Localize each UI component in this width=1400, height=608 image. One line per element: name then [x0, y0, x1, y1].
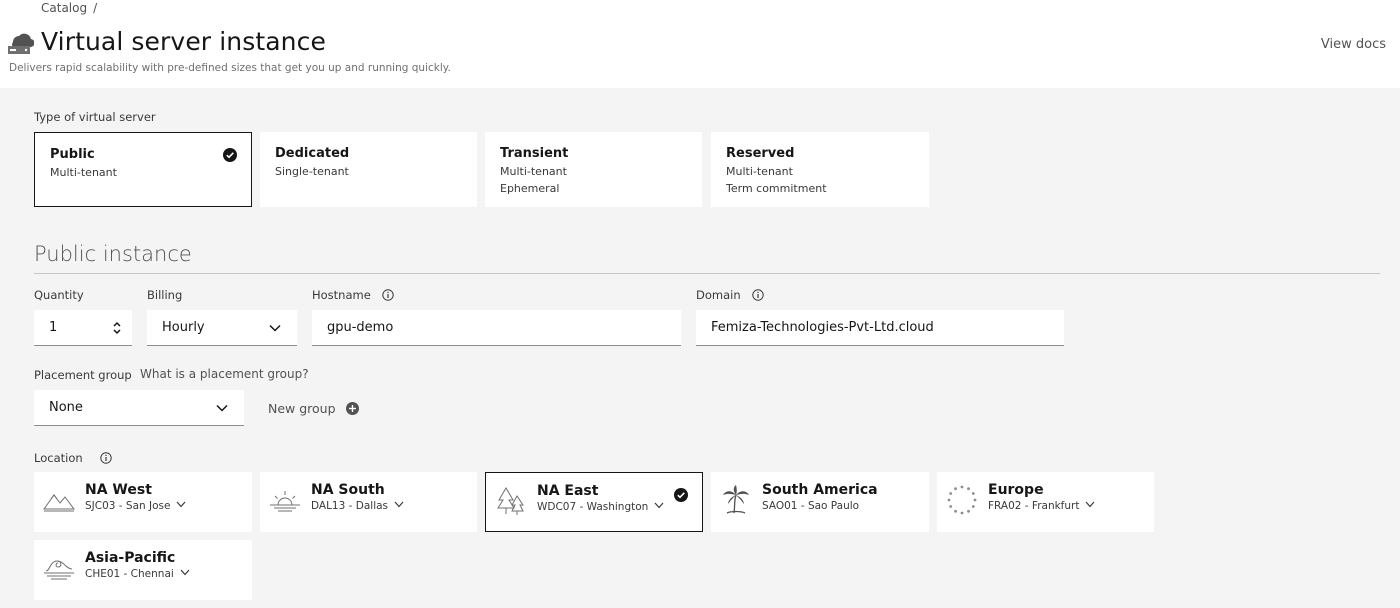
location-title: Asia-Pacific: [85, 550, 176, 566]
quantity-value: 1: [49, 320, 58, 335]
placement-group-select[interactable]: None: [34, 390, 244, 426]
chevron-down-icon: [1086, 501, 1095, 508]
location-label-text: Location: [34, 451, 83, 465]
datacenter-label: WDC07 - Washington: [537, 501, 649, 513]
hostname-label-text: Hostname: [312, 288, 371, 302]
location-europe[interactable]: Europe FRA02 - Frankfurt: [937, 472, 1154, 532]
breadcrumb-separator: /: [93, 1, 98, 15]
cloud-server-icon: [8, 33, 34, 54]
location-south-america[interactable]: South America SAO01 - Sao Paulo: [711, 472, 929, 532]
server-type-desc: Term commitment: [726, 182, 827, 195]
location-datacenter: SAO01 - Sao Paulo: [762, 500, 859, 512]
location-datacenter[interactable]: SJC03 - San Jose: [85, 500, 186, 512]
palm-tree-icon: [723, 485, 749, 514]
chevron-down-icon: [177, 501, 186, 508]
chevron-down-icon: [216, 404, 228, 412]
location-label: Location: [34, 451, 112, 465]
section-title: Public instance: [34, 242, 192, 266]
billing-value: Hourly: [162, 320, 205, 335]
sunrise-icon: [270, 491, 300, 512]
page-subtitle: Delivers rapid scalability with pre-defi…: [9, 62, 451, 74]
stepper-arrows-icon[interactable]: [113, 321, 121, 335]
location-na-south[interactable]: NA South DAL13 - Dallas: [260, 472, 477, 532]
server-type-reserved[interactable]: Reserved Multi-tenant Term commitment: [711, 132, 929, 207]
server-type-label: Type of virtual server: [34, 110, 156, 124]
server-type-title: Public: [50, 147, 95, 162]
page-header: Catalog / Virtual server instance Deliver…: [0, 0, 1400, 88]
location-datacenter[interactable]: WDC07 - Washington: [537, 501, 664, 513]
info-icon[interactable]: [100, 452, 112, 464]
chevron-down-icon: [180, 569, 190, 576]
location-asia-pacific[interactable]: Asia-Pacific CHE01 - Chennai: [34, 540, 252, 600]
server-type-desc: Ephemeral: [500, 182, 560, 195]
datacenter-label: SAO01 - Sao Paulo: [762, 500, 860, 512]
billing-label: Billing: [147, 288, 183, 302]
chevron-down-icon: [654, 502, 664, 509]
add-filled-icon: [345, 402, 359, 415]
breadcrumb-catalog-link[interactable]: Catalog: [41, 1, 87, 15]
server-type-title: Transient: [500, 146, 569, 161]
chevron-down-icon: [394, 501, 404, 508]
placement-group-label: Placement group: [34, 368, 132, 382]
location-title: Europe: [988, 482, 1044, 498]
server-type-title: Reserved: [726, 146, 795, 161]
hostname-value: gpu-demo: [327, 320, 394, 335]
datacenter-label: DAL13 - Dallas: [311, 500, 389, 512]
location-title: NA West: [85, 482, 152, 498]
placement-group-help-link[interactable]: What is a placement group?: [140, 367, 309, 381]
quantity-stepper[interactable]: 1: [34, 310, 132, 346]
location-datacenter[interactable]: CHE01 - Chennai: [85, 568, 190, 580]
new-group-label: New group: [268, 401, 336, 416]
domain-value: Femiza-Technologies-Pvt-Ltd.cloud: [711, 320, 934, 335]
location-datacenter[interactable]: DAL13 - Dallas: [311, 500, 404, 512]
info-icon[interactable]: [752, 289, 764, 301]
location-na-west[interactable]: NA West SJC03 - San Jose: [34, 472, 252, 532]
server-type-desc: Multi-tenant: [726, 165, 793, 178]
new-group-button[interactable]: New group: [268, 401, 359, 416]
info-icon[interactable]: [382, 289, 395, 301]
checkmark-filled-icon: [223, 148, 237, 162]
location-title: South America: [762, 482, 878, 498]
server-type-transient[interactable]: Transient Multi-tenant Ephemeral: [485, 132, 702, 207]
pine-trees-icon: [497, 487, 524, 515]
checkmark-filled-icon: [674, 488, 688, 502]
section-divider: [34, 273, 1380, 274]
server-type-title: Dedicated: [275, 146, 350, 161]
datacenter-label: FRA02 - Frankfurt: [988, 500, 1080, 512]
server-type-desc: Multi-tenant: [50, 166, 117, 179]
eu-stars-icon: [947, 485, 977, 515]
datacenter-label: SJC03 - San Jose: [85, 500, 171, 512]
server-type-desc: Single-tenant: [275, 165, 349, 178]
location-title: NA East: [537, 483, 599, 499]
hostname-input[interactable]: gpu-demo: [312, 310, 681, 346]
placement-group-value: None: [49, 400, 83, 415]
billing-select[interactable]: Hourly: [147, 310, 297, 346]
hostname-label: Hostname: [312, 288, 395, 302]
wave-icon: [44, 560, 74, 580]
location-datacenter[interactable]: FRA02 - Frankfurt: [988, 500, 1095, 512]
domain-input[interactable]: Femiza-Technologies-Pvt-Ltd.cloud: [696, 310, 1064, 346]
breadcrumb: Catalog /: [41, 1, 97, 15]
domain-label-text: Domain: [696, 288, 741, 302]
page-title: Virtual server instance: [41, 27, 326, 56]
location-title: NA South: [311, 482, 385, 498]
domain-label: Domain: [696, 288, 764, 302]
datacenter-label: CHE01 - Chennai: [85, 568, 174, 580]
mountains-icon: [43, 494, 75, 512]
server-type-dedicated[interactable]: Dedicated Single-tenant: [260, 132, 477, 207]
server-type-public[interactable]: Public Multi-tenant: [34, 132, 252, 207]
chevron-down-icon: [269, 324, 281, 332]
quantity-label: Quantity: [34, 288, 84, 302]
location-na-east[interactable]: NA East WDC07 - Washington: [485, 472, 703, 532]
server-type-desc: Multi-tenant: [500, 165, 567, 178]
view-docs-link[interactable]: View docs: [1321, 37, 1386, 52]
